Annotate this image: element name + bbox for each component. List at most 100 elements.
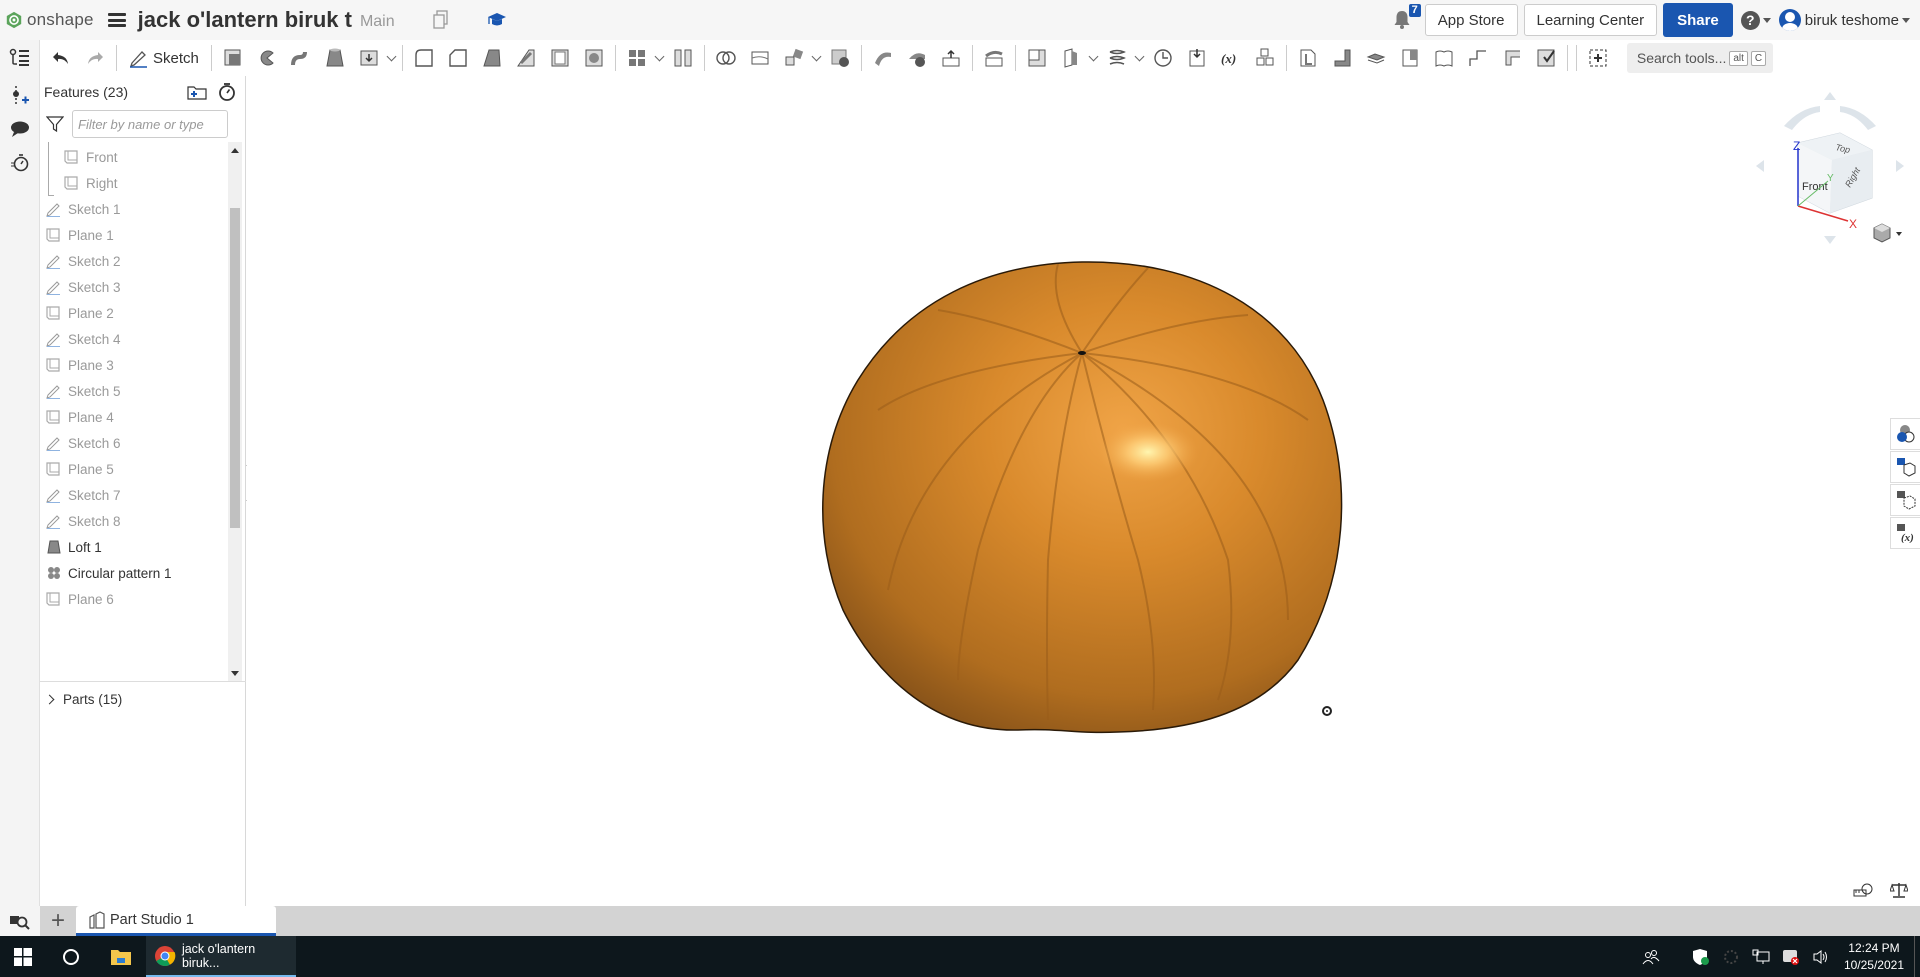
add-custom-feature-button[interactable] bbox=[1581, 44, 1615, 72]
variable-button[interactable]: (x) bbox=[1214, 44, 1248, 72]
feature-list-toggle[interactable] bbox=[0, 40, 40, 76]
search-tools-input[interactable]: Search tools... alt C bbox=[1626, 43, 1773, 73]
feature-item[interactable]: Sketch 6 bbox=[46, 430, 226, 456]
boolean-button[interactable] bbox=[709, 44, 743, 72]
mirror-button[interactable] bbox=[666, 44, 700, 72]
notifications-button[interactable]: 7 bbox=[1391, 4, 1421, 32]
view-cube[interactable]: Top Front Right Z X Y bbox=[1750, 88, 1910, 248]
chevron-down-icon[interactable] bbox=[1088, 44, 1100, 72]
feature-item[interactable]: Plane 2 bbox=[46, 300, 226, 326]
plane-button[interactable] bbox=[1020, 44, 1054, 72]
feature-item[interactable]: Sketch 3 bbox=[46, 274, 226, 300]
split-button[interactable] bbox=[743, 44, 777, 72]
rollback-timer-button[interactable] bbox=[215, 80, 239, 104]
delete-part-button[interactable] bbox=[823, 44, 857, 72]
feature-list-scrollbar[interactable] bbox=[228, 142, 242, 681]
feature-timer-button[interactable] bbox=[0, 146, 40, 180]
versions-icon[interactable] bbox=[431, 10, 451, 30]
feature-item[interactable]: Sketch 8 bbox=[46, 508, 226, 534]
share-button[interactable]: Share bbox=[1663, 3, 1733, 37]
mate-connector-button[interactable] bbox=[1054, 44, 1088, 72]
feature-item[interactable]: Plane 4 bbox=[46, 404, 226, 430]
draft-button[interactable] bbox=[475, 44, 509, 72]
feature-item[interactable]: Sketch 7 bbox=[46, 482, 226, 508]
3d-viewport[interactable] bbox=[247, 76, 1920, 906]
onshape-logo[interactable]: onshape bbox=[5, 10, 94, 30]
origin-marker[interactable] bbox=[1322, 706, 1332, 716]
corner-button[interactable] bbox=[1393, 44, 1427, 72]
people-icon[interactable] bbox=[1639, 945, 1663, 969]
helix-button[interactable] bbox=[1100, 44, 1134, 72]
chevron-down-icon[interactable] bbox=[1134, 44, 1146, 72]
delete-face-button[interactable] bbox=[900, 44, 934, 72]
feature-item[interactable]: Plane 3 bbox=[46, 352, 226, 378]
feature-item[interactable]: Plane 1 bbox=[46, 222, 226, 248]
workspace-name[interactable]: Main bbox=[360, 13, 395, 31]
show-desktop-button[interactable] bbox=[1914, 936, 1920, 977]
feature-item[interactable]: Sketch 1 bbox=[46, 196, 226, 222]
shell-button[interactable] bbox=[543, 44, 577, 72]
flange-button[interactable] bbox=[1325, 44, 1359, 72]
replace-face-button[interactable] bbox=[977, 44, 1011, 72]
user-menu[interactable]: biruk teshome bbox=[1778, 9, 1910, 31]
rotation-button[interactable] bbox=[1146, 44, 1180, 72]
sheet-metal-model-button[interactable] bbox=[1291, 44, 1325, 72]
derived-button[interactable] bbox=[1180, 44, 1214, 72]
chrome-taskbar-button[interactable]: jack o'lantern biruk... bbox=[146, 936, 296, 977]
chevron-down-icon[interactable] bbox=[386, 44, 398, 72]
revolve-button[interactable] bbox=[250, 44, 284, 72]
view-options-button[interactable] bbox=[1873, 223, 1902, 243]
hole-button[interactable] bbox=[577, 44, 611, 72]
learning-icon[interactable] bbox=[487, 10, 507, 30]
add-tab-button[interactable]: + bbox=[40, 906, 76, 936]
linear-pattern-button[interactable] bbox=[620, 44, 654, 72]
fillet-button[interactable] bbox=[407, 44, 441, 72]
defender-icon[interactable] bbox=[1689, 945, 1713, 969]
network-icon[interactable] bbox=[1749, 945, 1773, 969]
sketch-button[interactable]: Sketch bbox=[121, 44, 207, 72]
undo-button[interactable] bbox=[44, 44, 78, 72]
help-menu[interactable]: ? bbox=[1740, 10, 1771, 30]
variables-panel-button[interactable]: (x) bbox=[1890, 517, 1920, 549]
volume-icon[interactable] bbox=[1809, 945, 1833, 969]
insert-feature-button[interactable] bbox=[0, 78, 40, 112]
move-face-button[interactable] bbox=[934, 44, 968, 72]
modify-fillet-button[interactable] bbox=[866, 44, 900, 72]
scrollbar-thumb[interactable] bbox=[230, 208, 240, 528]
loft-button[interactable] bbox=[318, 44, 352, 72]
system-clock[interactable]: 12:24 PM 10/25/2021 bbox=[1844, 940, 1904, 974]
chevron-down-icon[interactable] bbox=[654, 44, 666, 72]
loading-icon[interactable] bbox=[1719, 945, 1743, 969]
finish-button[interactable] bbox=[1529, 44, 1563, 72]
rib-button[interactable] bbox=[509, 44, 543, 72]
feature-item[interactable]: Sketch 4 bbox=[46, 326, 226, 352]
hem-button[interactable] bbox=[1495, 44, 1529, 72]
feature-item[interactable]: Plane 6 bbox=[46, 586, 226, 612]
tab-manager-button[interactable] bbox=[0, 906, 40, 936]
form-button[interactable] bbox=[1461, 44, 1495, 72]
feature-item[interactable]: Loft 1 bbox=[46, 534, 226, 560]
appearance-panel-button[interactable] bbox=[1890, 418, 1920, 450]
feature-item[interactable]: Plane 5 bbox=[46, 456, 226, 482]
thicken-button[interactable] bbox=[352, 44, 386, 72]
file-explorer-button[interactable] bbox=[96, 936, 146, 977]
filter-input[interactable] bbox=[72, 110, 228, 138]
tab-button[interactable] bbox=[1359, 44, 1393, 72]
redo-button[interactable] bbox=[78, 44, 112, 72]
sheet-metal-button[interactable] bbox=[1248, 44, 1282, 72]
document-title[interactable]: jack o'lantern biruk t bbox=[138, 7, 352, 33]
transform-button[interactable] bbox=[777, 44, 811, 72]
menu-icon[interactable] bbox=[107, 13, 126, 27]
mass-properties-button[interactable] bbox=[1888, 880, 1910, 900]
feature-item[interactable]: Circular pattern 1 bbox=[46, 560, 226, 586]
app-store-button[interactable]: App Store bbox=[1424, 4, 1518, 36]
filter-icon[interactable] bbox=[46, 115, 64, 133]
start-button[interactable] bbox=[0, 936, 46, 977]
comments-button[interactable] bbox=[0, 112, 40, 146]
chamfer-button[interactable] bbox=[441, 44, 475, 72]
measure-button[interactable] bbox=[1852, 880, 1874, 900]
vpn-status-icon[interactable] bbox=[1779, 945, 1803, 969]
cortana-button[interactable] bbox=[46, 936, 96, 977]
feature-item[interactable]: Sketch 2 bbox=[46, 248, 226, 274]
scroll-down-arrow[interactable] bbox=[231, 671, 239, 676]
